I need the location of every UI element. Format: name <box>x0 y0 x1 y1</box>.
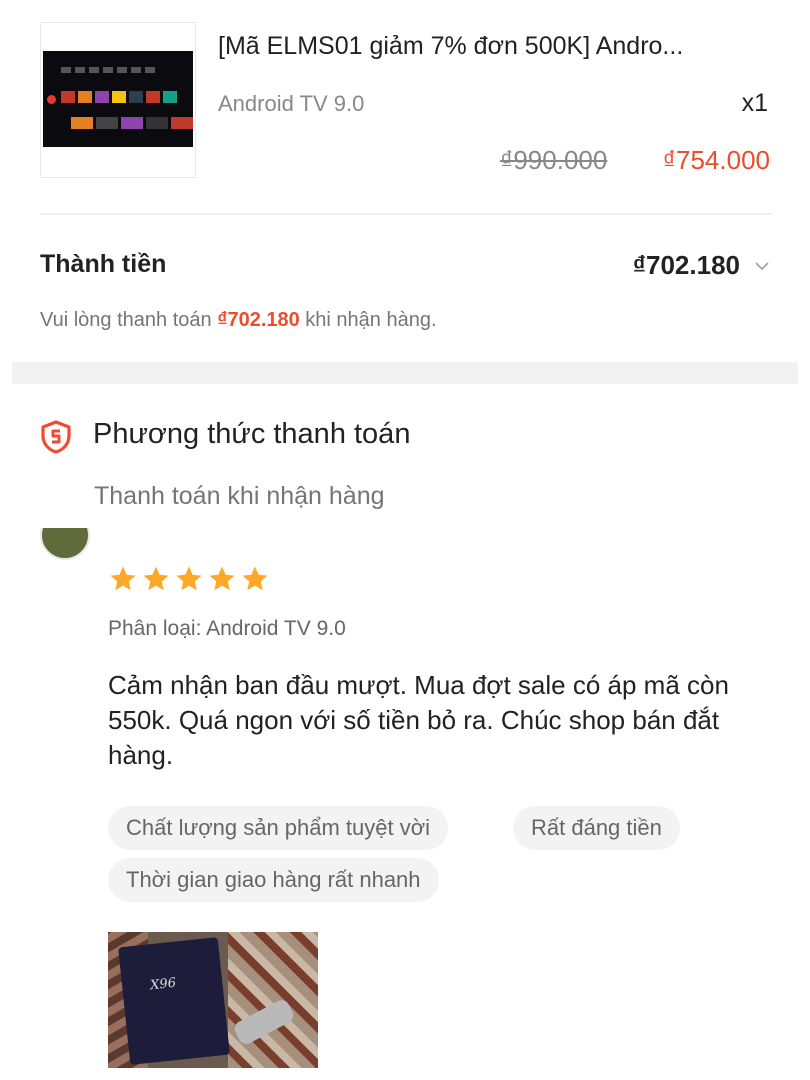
star-icon <box>242 566 268 591</box>
review-rating <box>108 564 270 594</box>
star-icon <box>176 566 202 591</box>
divider <box>40 213 772 215</box>
payment-method-title: Phương thức thanh toán <box>93 418 411 450</box>
star-icon <box>110 566 136 591</box>
original-price: ₫990.000 <box>500 145 608 175</box>
order-product-card[interactable]: [Mã ELMS01 giảm 7% đơn 500K] Andro... An… <box>0 0 810 215</box>
payment-note-suffix: khi nhận hàng. <box>299 309 437 331</box>
android-tv-screen-image <box>43 51 193 147</box>
product-variant: Android TV 9.0 <box>218 91 365 116</box>
review-text: Cảm nhận ban đầu mượt. Mua đợt sale có á… <box>108 670 729 770</box>
payment-note-amount: ₫702.180 <box>217 309 300 331</box>
reviewer-avatar[interactable] <box>40 528 90 560</box>
star-icon <box>209 566 235 591</box>
chevron-down-icon[interactable] <box>752 256 772 276</box>
review-classification: Phân loại: Android TV 9.0 <box>108 617 346 640</box>
product-thumbnail[interactable] <box>40 22 196 178</box>
review-tag: Thời gian giao hàng rất nhanh <box>108 858 439 902</box>
review-tag: Chất lượng sản phẩm tuyệt vời <box>108 806 449 850</box>
payment-note: Vui lòng thanh toán ₫702.180 khi nhận hà… <box>40 309 437 332</box>
star-icon <box>143 566 169 591</box>
product-title[interactable]: [Mã ELMS01 giảm 7% đơn 500K] Andro... <box>218 32 774 61</box>
payment-method-value[interactable]: Thanh toán khi nhận hàng <box>94 482 385 511</box>
product-quantity: x1 <box>741 89 768 117</box>
review-photo[interactable]: X96 <box>108 932 318 1068</box>
review-tag: Rất đáng tiền <box>513 806 680 850</box>
section-separator <box>12 362 798 384</box>
sale-price: ₫754.000 <box>662 145 770 175</box>
order-total-value[interactable]: ₫702.180 <box>633 250 740 281</box>
photo-box-label: X96 <box>149 975 177 994</box>
shield-icon <box>41 420 71 454</box>
order-total-label: Thành tiền <box>40 250 167 278</box>
payment-note-prefix: Vui lòng thanh toán <box>40 309 218 331</box>
